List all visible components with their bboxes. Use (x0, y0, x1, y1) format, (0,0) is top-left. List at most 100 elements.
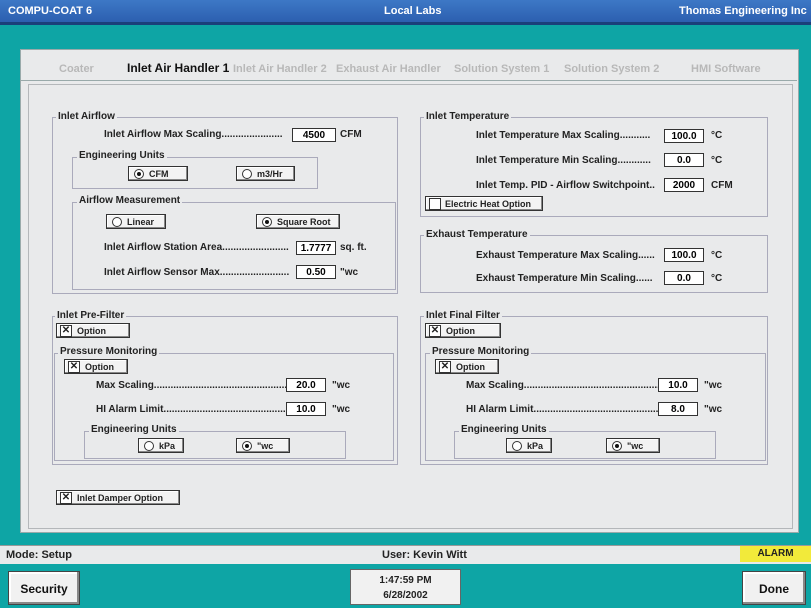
final-filter-max-field[interactable]: 10.0 (658, 378, 698, 392)
user-label: User: Kevin Witt (382, 549, 467, 561)
tab-coater[interactable]: Coater (59, 63, 94, 75)
pre-filter-max-label: Max Scaling.............................… (96, 380, 293, 391)
cfm-radio-button[interactable]: CFM (128, 166, 188, 181)
pre-filter-pressure-title: Pressure Monitoring (58, 346, 160, 357)
title-separator (0, 22, 811, 25)
company-label: Thomas Engineering Inc (679, 5, 807, 17)
final-filter-hi-field[interactable]: 8.0 (658, 402, 698, 416)
security-button[interactable]: Security (8, 571, 80, 605)
square-root-radio-button[interactable]: Square Root (256, 214, 340, 229)
pid-switchpoint-unit: CFM (711, 180, 733, 191)
final-filter-title: Inlet Final Filter (424, 310, 502, 321)
inlet-temp-max-unit: °C (711, 130, 723, 141)
pid-switchpoint-label: Inlet Temp. PID - Airflow Switchpoint.. (476, 180, 655, 191)
inlet-temperature-title: Inlet Temperature (424, 111, 512, 122)
pid-switchpoint-field[interactable]: 2000 (664, 178, 704, 192)
station-area-field[interactable]: 1.7777 (296, 241, 336, 255)
clock-display: 1:47:59 PM 6/28/2002 (350, 569, 461, 605)
pre-filter-max-field[interactable]: 20.0 (286, 378, 326, 392)
airflow-eng-units-title: Engineering Units (77, 150, 167, 161)
m3hr-radio-button[interactable]: m3/Hr (236, 166, 295, 181)
exhaust-temperature-title: Exhaust Temperature (424, 229, 530, 240)
final-filter-pressure-title: Pressure Monitoring (430, 346, 532, 357)
airflow-max-scaling-unit: CFM (340, 129, 362, 140)
tab-underline (20, 80, 797, 81)
sensor-max-field[interactable]: 0.50 (296, 265, 336, 279)
date-label: 6/28/2002 (383, 590, 428, 601)
inlet-airflow-title: Inlet Airflow (56, 111, 117, 122)
sensor-max-unit: "wc (340, 267, 359, 278)
final-filter-wc-radio[interactable]: "wc (606, 438, 660, 453)
final-filter-pressure-option-checkbox[interactable]: ✕ Option (435, 359, 499, 374)
station-area-label: Inlet Airflow Station Area..............… (104, 242, 289, 253)
tab-hmi-software[interactable]: HMI Software (691, 63, 761, 75)
pre-filter-max-unit: "wc (332, 380, 351, 391)
app-title: COMPU-COAT 6 (8, 5, 93, 17)
final-filter-max-label: Max Scaling.............................… (466, 380, 666, 391)
final-filter-hi-label: HI Alarm Limit..........................… (466, 404, 678, 415)
inlet-damper-checkbox[interactable]: ✕ Inlet Damper Option (56, 490, 180, 505)
inlet-temp-min-label: Inlet Temperature Min Scaling...........… (476, 155, 651, 166)
pre-filter-eng-units-title: Engineering Units (89, 424, 179, 435)
radio-selected-icon (612, 441, 622, 451)
checkbox-empty-icon (429, 198, 441, 210)
airflow-max-scaling-field[interactable]: 4500 (292, 128, 336, 142)
tab-strip: Coater Inlet Air Handler 1 Inlet Air Han… (20, 57, 797, 81)
airflow-measurement-title: Airflow Measurement (77, 195, 183, 206)
checkbox-checked-icon: ✕ (429, 325, 441, 337)
electric-heat-checkbox[interactable]: Electric Heat Option (425, 196, 543, 211)
exhaust-temperature-group (420, 235, 768, 293)
pre-filter-hi-field[interactable]: 10.0 (286, 402, 326, 416)
sensor-max-label: Inlet Airflow Sensor Max................… (104, 267, 290, 278)
tab-exhaust-air-handler[interactable]: Exhaust Air Handler (336, 63, 441, 75)
checkbox-checked-icon: ✕ (439, 361, 451, 373)
exhaust-temp-max-unit: °C (711, 250, 723, 261)
status-bar: Mode: Setup User: Kevin Witt (0, 545, 811, 565)
exhaust-temp-min-field[interactable]: 0.0 (664, 271, 704, 285)
tab-solution-system-2[interactable]: Solution System 2 (564, 63, 659, 75)
pre-filter-title: Inlet Pre-Filter (55, 310, 127, 321)
checkbox-checked-icon: ✕ (60, 325, 72, 337)
checkbox-checked-icon: ✕ (68, 361, 80, 373)
alarm-indicator[interactable]: ALARM (740, 546, 811, 562)
inlet-temp-max-label: Inlet Temperature Max Scaling........... (476, 130, 651, 141)
final-filter-kpa-radio[interactable]: kPa (506, 438, 552, 453)
radio-selected-icon (262, 217, 272, 227)
station-area-unit: sq. ft. (340, 242, 367, 253)
location-label: Local Labs (384, 5, 442, 17)
final-filter-hi-unit: "wc (704, 404, 723, 415)
tab-inlet-air-handler-1[interactable]: Inlet Air Handler 1 (127, 61, 229, 75)
time-label: 1:47:59 PM (379, 575, 432, 586)
pre-filter-pressure-option-checkbox[interactable]: ✕ Option (64, 359, 128, 374)
inlet-temp-min-unit: °C (711, 155, 723, 166)
airflow-max-scaling-label: Inlet Airflow Max Scaling...............… (104, 129, 283, 140)
exhaust-temp-min-label: Exhaust Temperature Min Scaling...... (476, 273, 653, 284)
pre-filter-hi-label: HI Alarm Limit..........................… (96, 404, 306, 415)
radio-selected-icon (134, 169, 144, 179)
pre-filter-hi-unit: "wc (332, 404, 351, 415)
pre-filter-kpa-radio[interactable]: kPa (138, 438, 184, 453)
final-filter-max-unit: "wc (704, 380, 723, 391)
final-filter-eng-units-title: Engineering Units (459, 424, 549, 435)
exhaust-temp-max-field[interactable]: 100.0 (664, 248, 704, 262)
radio-unselected-icon (242, 169, 252, 179)
linear-radio-button[interactable]: Linear (106, 214, 166, 229)
title-bar: COMPU-COAT 6 Local Labs Thomas Engineeri… (0, 0, 811, 22)
inlet-temp-max-field[interactable]: 100.0 (664, 129, 704, 143)
done-button[interactable]: Done (742, 571, 806, 605)
pre-filter-eng-units-group (84, 431, 346, 459)
radio-unselected-icon (512, 441, 522, 451)
checkbox-checked-icon: ✕ (60, 492, 72, 504)
pre-filter-wc-radio[interactable]: "wc (236, 438, 290, 453)
mode-label: Mode: Setup (6, 549, 72, 561)
exhaust-temp-min-unit: °C (711, 273, 723, 284)
exhaust-temp-max-label: Exhaust Temperature Max Scaling...... (476, 250, 655, 261)
final-filter-option-checkbox[interactable]: ✕ Option (425, 323, 501, 338)
radio-unselected-icon (144, 441, 154, 451)
pre-filter-option-checkbox[interactable]: ✕ Option (56, 323, 130, 338)
inlet-temp-min-field[interactable]: 0.0 (664, 153, 704, 167)
final-filter-eng-units-group (454, 431, 716, 459)
tab-inlet-air-handler-2[interactable]: Inlet Air Handler 2 (233, 63, 327, 75)
radio-selected-icon (242, 441, 252, 451)
tab-solution-system-1[interactable]: Solution System 1 (454, 63, 549, 75)
